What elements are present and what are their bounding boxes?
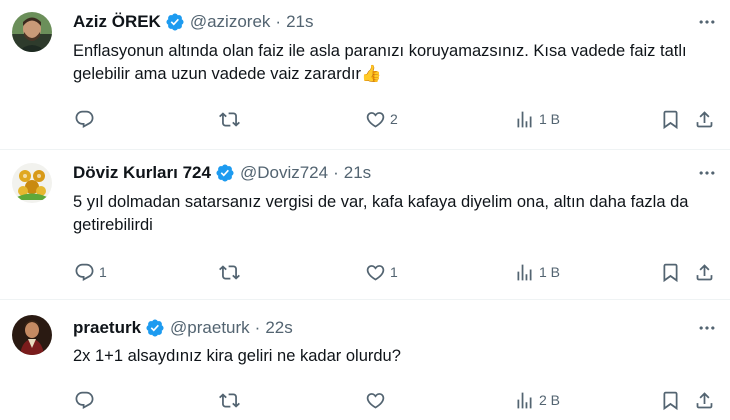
action-bar: 1 1 1 B bbox=[66, 260, 720, 284]
views-button[interactable]: 1 B bbox=[514, 107, 560, 131]
like-icon bbox=[365, 262, 386, 283]
reply-button[interactable] bbox=[74, 388, 99, 412]
views-button[interactable]: 1 B bbox=[514, 260, 560, 284]
tweet-text: Enflasyonun altında olan faiz ile asla p… bbox=[73, 42, 687, 83]
share-icon bbox=[694, 109, 715, 130]
like-icon bbox=[365, 109, 386, 130]
author-handle[interactable]: @azizorek bbox=[190, 12, 271, 32]
verified-badge-icon bbox=[215, 163, 235, 183]
separator: · bbox=[275, 12, 282, 31]
reply-button[interactable]: 1 bbox=[74, 260, 107, 284]
more-icon[interactable] bbox=[696, 318, 718, 338]
views-icon bbox=[514, 109, 535, 130]
avatar[interactable] bbox=[12, 315, 52, 355]
timestamp[interactable]: 22s bbox=[265, 318, 292, 338]
reply-count: 1 bbox=[99, 264, 107, 280]
tweet[interactable]: Aziz ÖREK @azizorek · 21s Enflasyonun al… bbox=[0, 0, 730, 150]
like-count: 1 bbox=[390, 264, 398, 280]
tweet[interactable]: Döviz Kurları 724 @Doviz724 · 21s 5 yıl … bbox=[0, 150, 730, 300]
like-icon bbox=[365, 390, 386, 411]
bookmark-button[interactable] bbox=[660, 260, 681, 284]
like-count: 2 bbox=[390, 111, 398, 127]
tweet-feed: Aziz ÖREK @azizorek · 21s Enflasyonun al… bbox=[0, 0, 730, 420]
author-name[interactable]: Aziz ÖREK bbox=[73, 12, 161, 32]
reply-icon bbox=[74, 109, 95, 130]
retweet-icon bbox=[219, 262, 240, 283]
author-name[interactable]: praeturk bbox=[73, 318, 141, 338]
like-button[interactable]: 1 bbox=[365, 260, 398, 284]
retweet-icon bbox=[219, 109, 240, 130]
views-icon bbox=[514, 262, 535, 283]
tweet-text: 5 yıl dolmadan satarsanız vergisi de var… bbox=[73, 193, 689, 234]
retweet-icon bbox=[219, 390, 240, 411]
separator: · bbox=[254, 318, 261, 337]
more-icon[interactable] bbox=[696, 163, 718, 183]
tweet[interactable]: praeturk @praeturk · 22s 2x 1+1 alsaydın… bbox=[0, 300, 730, 420]
like-button[interactable]: 2 bbox=[365, 107, 398, 131]
share-icon bbox=[694, 390, 715, 411]
bookmark-icon bbox=[660, 262, 681, 283]
share-button[interactable] bbox=[694, 388, 715, 412]
share-button[interactable] bbox=[694, 107, 715, 131]
reply-icon bbox=[74, 390, 95, 411]
action-bar: 2 B bbox=[66, 388, 720, 412]
views-count: 1 B bbox=[539, 264, 561, 280]
verified-badge-icon bbox=[165, 12, 185, 32]
separator: · bbox=[333, 163, 339, 182]
timestamp[interactable]: 21s bbox=[286, 12, 313, 32]
more-icon[interactable] bbox=[696, 12, 718, 32]
bookmark-button[interactable] bbox=[660, 388, 681, 412]
bookmark-icon bbox=[660, 109, 681, 130]
views-count: 2 B bbox=[539, 392, 561, 408]
tweet-header: praeturk @praeturk · 22s bbox=[73, 316, 293, 340]
avatar[interactable] bbox=[12, 12, 52, 52]
author-name[interactable]: Döviz Kurları 724 bbox=[73, 163, 211, 183]
views-count: 1 B bbox=[539, 111, 561, 127]
tweet-header: Döviz Kurları 724 @Doviz724 · 21s bbox=[73, 161, 371, 185]
avatar[interactable] bbox=[12, 163, 52, 203]
retweet-button[interactable] bbox=[219, 260, 244, 284]
like-button[interactable] bbox=[365, 388, 390, 412]
retweet-button[interactable] bbox=[219, 388, 244, 412]
bookmark-icon bbox=[660, 390, 681, 411]
share-button[interactable] bbox=[694, 260, 715, 284]
author-handle[interactable]: @praeturk bbox=[170, 318, 250, 338]
views-icon bbox=[514, 390, 535, 411]
share-icon bbox=[694, 262, 715, 283]
retweet-button[interactable] bbox=[219, 107, 244, 131]
author-handle[interactable]: @Doviz724 bbox=[240, 163, 328, 183]
reply-icon bbox=[74, 262, 95, 283]
tweet-header: Aziz ÖREK @azizorek · 21s bbox=[73, 10, 314, 34]
reply-button[interactable] bbox=[74, 107, 99, 131]
tweet-text: 2x 1+1 alsaydınız kira geliri ne kadar o… bbox=[73, 347, 401, 365]
bookmark-button[interactable] bbox=[660, 107, 681, 131]
views-button[interactable]: 2 B bbox=[514, 388, 560, 412]
verified-badge-icon bbox=[145, 318, 165, 338]
action-bar: 2 1 B bbox=[66, 107, 720, 131]
timestamp[interactable]: 21s bbox=[344, 163, 371, 183]
